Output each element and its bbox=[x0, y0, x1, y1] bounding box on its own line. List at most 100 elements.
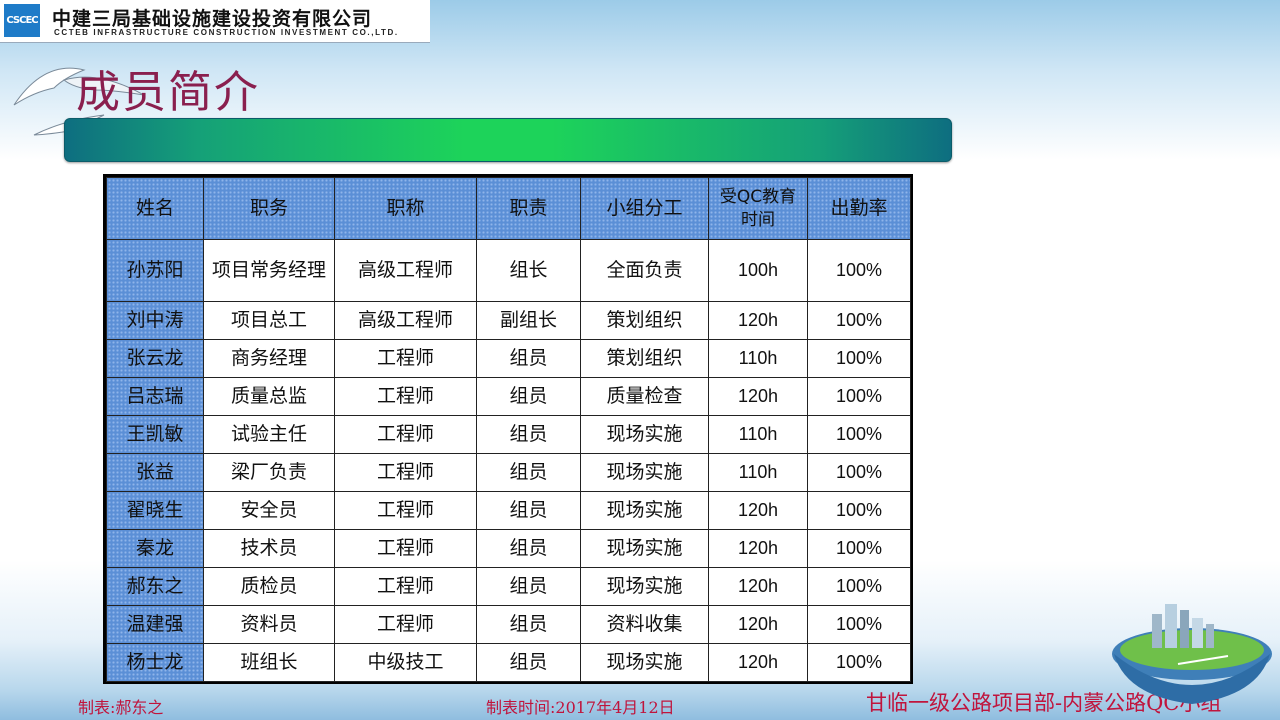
table-cell: 项目总工 bbox=[203, 301, 335, 340]
table-cell: 100% bbox=[807, 301, 911, 340]
table-cell: 110h bbox=[708, 339, 808, 378]
member-name-cell: 孙苏阳 bbox=[106, 239, 204, 302]
table-cell: 质检员 bbox=[203, 567, 335, 606]
table-cell: 组员 bbox=[476, 605, 581, 644]
company-logo: CSCEC bbox=[4, 4, 40, 37]
table-cell: 项目常务经理 bbox=[203, 239, 335, 302]
header-cell: 姓名 bbox=[106, 177, 204, 240]
header-cell: 职称 bbox=[334, 177, 477, 240]
table-cell: 100h bbox=[708, 239, 808, 302]
table-cell: 高级工程师 bbox=[334, 239, 477, 302]
header-cell: 受QC教育时间 bbox=[708, 177, 808, 240]
table-cell: 120h bbox=[708, 567, 808, 606]
table-cell: 现场实施 bbox=[580, 643, 709, 682]
table-cell: 100% bbox=[807, 529, 911, 568]
table-cell: 工程师 bbox=[334, 605, 477, 644]
table-cell: 质量总监 bbox=[203, 377, 335, 416]
table-header-row: 姓名 职务 职称 职责 小组分工 受QC教育时间 出勤率 bbox=[106, 177, 911, 240]
table-cell: 120h bbox=[708, 643, 808, 682]
table-cell: 工程师 bbox=[334, 339, 477, 378]
table-cell: 组员 bbox=[476, 643, 581, 682]
table-cell: 工程师 bbox=[334, 377, 477, 416]
member-name-cell: 张云龙 bbox=[106, 339, 204, 378]
member-name-cell: 郝东之 bbox=[106, 567, 204, 606]
table-cell: 梁厂负责 bbox=[203, 453, 335, 492]
table-cell: 质量检查 bbox=[580, 377, 709, 416]
table-cell: 110h bbox=[708, 453, 808, 492]
table-row: 孙苏阳 项目常务经理 高级工程师 组长 全面负责 100h 100% bbox=[106, 239, 911, 302]
table-cell: 工程师 bbox=[334, 415, 477, 454]
table-row: 杨士龙 班组长 中级技工 组员 现场实施 120h 100% bbox=[106, 643, 911, 682]
table-cell: 副组长 bbox=[476, 301, 581, 340]
header-cell: 出勤率 bbox=[807, 177, 911, 240]
table-cell: 中级技工 bbox=[334, 643, 477, 682]
table-cell: 全面负责 bbox=[580, 239, 709, 302]
table-cell: 资料收集 bbox=[580, 605, 709, 644]
table-cell: 120h bbox=[708, 301, 808, 340]
table-row: 张云龙 商务经理 工程师 组员 策划组织 110h 100% bbox=[106, 339, 911, 378]
table-cell: 组员 bbox=[476, 491, 581, 530]
table-cell: 工程师 bbox=[334, 453, 477, 492]
table-row: 郝东之 质检员 工程师 组员 现场实施 120h 100% bbox=[106, 567, 911, 606]
company-name-cn: 中建三局基础设施建设投资有限公司 bbox=[52, 8, 373, 30]
table-cell: 120h bbox=[708, 491, 808, 530]
table-cell: 工程师 bbox=[334, 529, 477, 568]
table-cell: 组长 bbox=[476, 239, 581, 302]
table-cell: 资料员 bbox=[203, 605, 335, 644]
table-cell: 组员 bbox=[476, 529, 581, 568]
table-cell: 高级工程师 bbox=[334, 301, 477, 340]
table-cell: 现场实施 bbox=[580, 529, 709, 568]
header-cell: 职务 bbox=[203, 177, 335, 240]
member-name-cell: 翟晓生 bbox=[106, 491, 204, 530]
header-cell: 小组分工 bbox=[580, 177, 709, 240]
table-cell: 技术员 bbox=[203, 529, 335, 568]
company-header: CSCEC 中建三局基础设施建设投资有限公司 CCTEB INFRASTRUCT… bbox=[0, 0, 430, 43]
header-cell: 职责 bbox=[476, 177, 581, 240]
table-cell: 试验主任 bbox=[203, 415, 335, 454]
table-cell: 现场实施 bbox=[580, 567, 709, 606]
table-cell: 100% bbox=[807, 567, 911, 606]
table-cell: 策划组织 bbox=[580, 301, 709, 340]
member-name-cell: 刘中涛 bbox=[106, 301, 204, 340]
member-name-cell: 杨士龙 bbox=[106, 643, 204, 682]
table-cell: 100% bbox=[807, 643, 911, 682]
table-row: 刘中涛 项目总工 高级工程师 副组长 策划组织 120h 100% bbox=[106, 301, 911, 340]
table-cell: 100% bbox=[807, 239, 911, 302]
table-cell: 100% bbox=[807, 377, 911, 416]
footer-date: 制表时间:2017年4月12日 bbox=[486, 698, 675, 717]
member-name-cell: 张益 bbox=[106, 453, 204, 492]
footer-maker: 制表:郝东之 bbox=[78, 698, 164, 717]
table-cell: 100% bbox=[807, 339, 911, 378]
table-cell: 现场实施 bbox=[580, 491, 709, 530]
table-cell: 120h bbox=[708, 605, 808, 644]
table-row: 温建强 资料员 工程师 组员 资料收集 120h 100% bbox=[106, 605, 911, 644]
table-cell: 组员 bbox=[476, 339, 581, 378]
member-name-cell: 秦龙 bbox=[106, 529, 204, 568]
member-name-cell: 王凯敏 bbox=[106, 415, 204, 454]
table-cell: 110h bbox=[708, 415, 808, 454]
table-row: 王凯敏 试验主任 工程师 组员 现场实施 110h 100% bbox=[106, 415, 911, 454]
title-band bbox=[64, 118, 952, 162]
table-row: 秦龙 技术员 工程师 组员 现场实施 120h 100% bbox=[106, 529, 911, 568]
table-cell: 策划组织 bbox=[580, 339, 709, 378]
table-cell: 商务经理 bbox=[203, 339, 335, 378]
table-cell: 组员 bbox=[476, 453, 581, 492]
table-cell: 现场实施 bbox=[580, 415, 709, 454]
table-cell: 100% bbox=[807, 491, 911, 530]
page-title: 成员简介 bbox=[76, 67, 260, 118]
table-cell: 组员 bbox=[476, 377, 581, 416]
table-cell: 工程师 bbox=[334, 491, 477, 530]
table-row: 张益 梁厂负责 工程师 组员 现场实施 110h 100% bbox=[106, 453, 911, 492]
table-cell: 100% bbox=[807, 415, 911, 454]
table-cell: 班组长 bbox=[203, 643, 335, 682]
table-cell: 100% bbox=[807, 453, 911, 492]
member-name-cell: 吕志瑞 bbox=[106, 377, 204, 416]
table-cell: 安全员 bbox=[203, 491, 335, 530]
table-cell: 120h bbox=[708, 377, 808, 416]
table-cell: 组员 bbox=[476, 415, 581, 454]
table-cell: 120h bbox=[708, 529, 808, 568]
member-name-cell: 温建强 bbox=[106, 605, 204, 644]
city-globe-decoration bbox=[1112, 604, 1272, 704]
company-name-en: CCTEB INFRASTRUCTURE CONSTRUCTION INVEST… bbox=[54, 28, 399, 37]
table-cell: 工程师 bbox=[334, 567, 477, 606]
